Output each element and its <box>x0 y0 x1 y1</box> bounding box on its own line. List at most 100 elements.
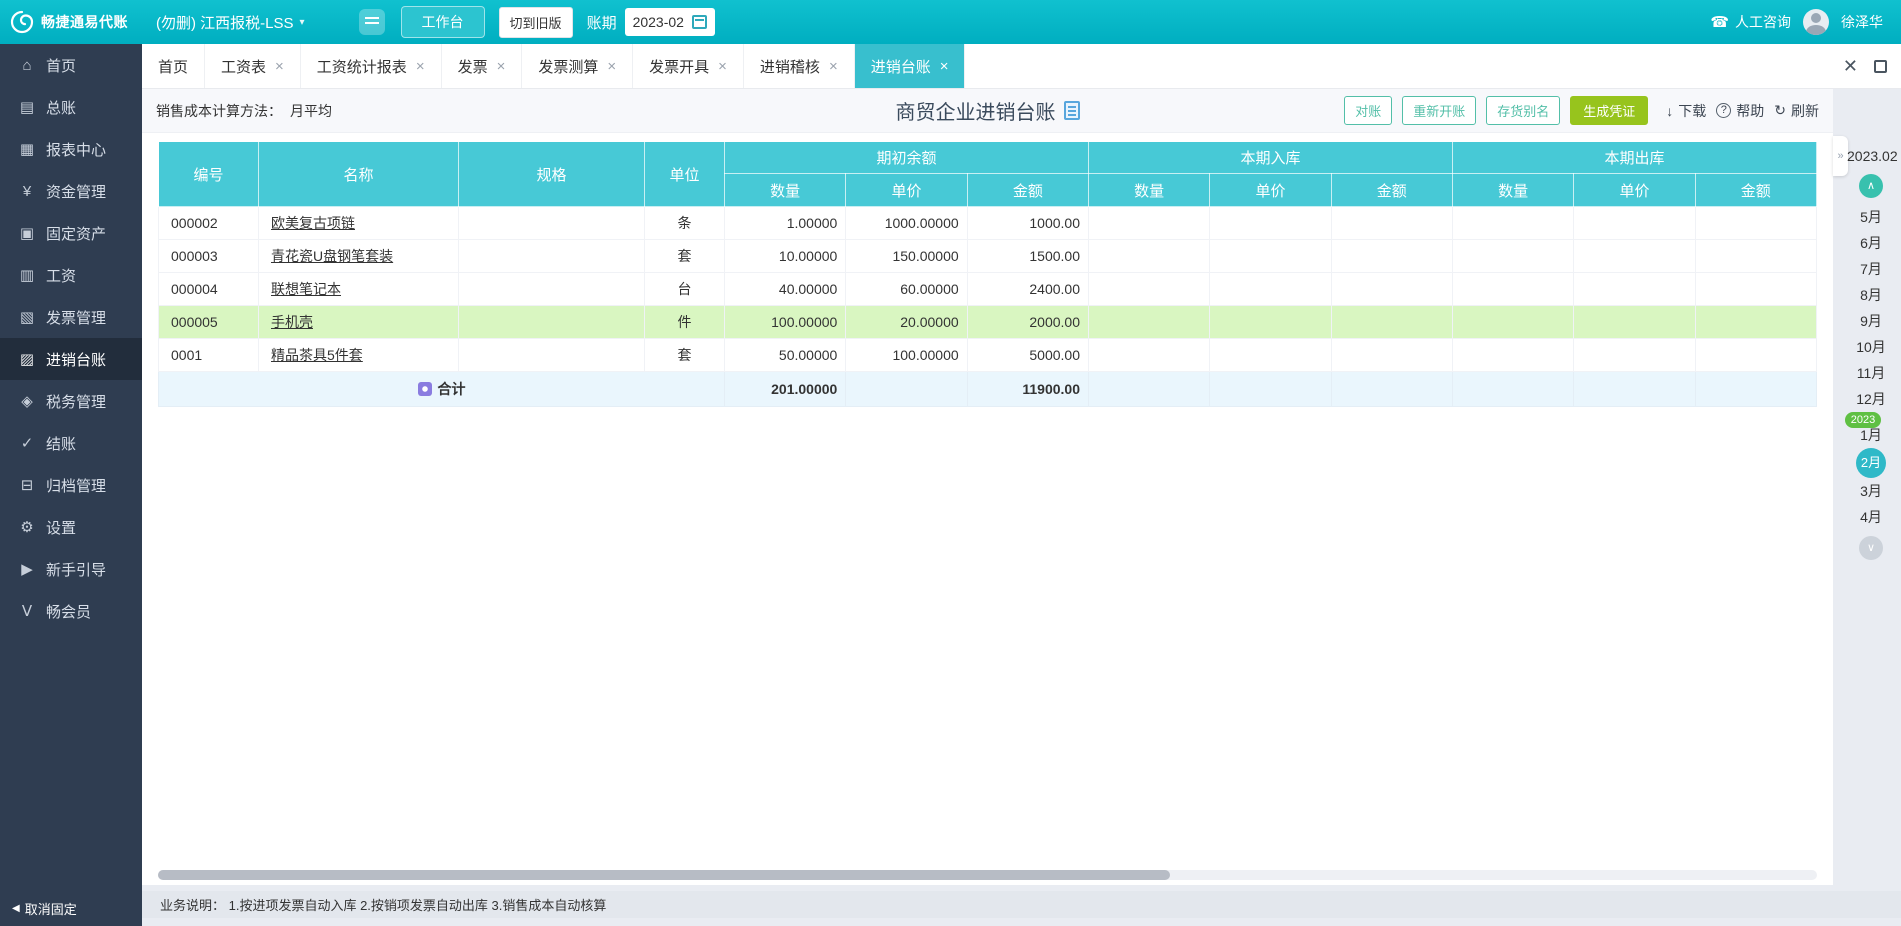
workbench-button[interactable]: 工作台 <box>400 6 485 38</box>
table-row: 000002 欧美复古项链 条 1.00000 1000.00000 1000.00 <box>158 206 1818 240</box>
month-item-2月[interactable]: 2月 <box>1856 448 1886 478</box>
product-link[interactable]: 青花瓷U盘钢笔套装 <box>271 248 393 264</box>
month-item-6月[interactable]: 6月 <box>1847 230 1895 256</box>
sidebar-item-invoice[interactable]: ▧ 发票管理 <box>0 296 142 338</box>
document-icon[interactable] <box>1063 101 1080 120</box>
panel-collapse-handle[interactable]: » <box>1833 136 1848 176</box>
cell-out-price <box>1573 239 1696 273</box>
total-opening-qty: 201.00000 <box>723 371 847 407</box>
consult-label: 人工咨询 <box>1735 14 1791 30</box>
tab-7[interactable]: 进销台账 × <box>854 44 966 88</box>
sidebar-item-label: 畅会员 <box>46 603 92 621</box>
tabs-container: 首页 工资表 × 工资统计报表 × 发票 × 发票测算 × 发票开具 × 进销稽核 × 进销台账 × <box>142 44 966 88</box>
tab-close-icon[interactable]: × <box>829 58 838 75</box>
product-link[interactable]: 精品茶具5件套 <box>271 347 363 363</box>
stock-alias-button[interactable]: 存货别名 <box>1486 96 1561 125</box>
refresh-button[interactable]: ↻ 刷新 <box>1774 101 1819 121</box>
product-link[interactable]: 手机壳 <box>271 314 313 330</box>
cell-opening-price: 60.00000 <box>845 272 968 306</box>
guide-icon: ▶ <box>21 561 33 578</box>
sidebar-item-inventory[interactable]: ▨ 进销台账 <box>0 338 142 380</box>
download-button[interactable]: ↓ 下载 <box>1666 101 1706 121</box>
close-tabs-icon[interactable]: ✕ <box>1843 57 1858 75</box>
tab-2[interactable]: 工资统计报表 × <box>301 44 442 88</box>
tab-close-icon[interactable]: × <box>275 58 284 75</box>
month-item-5月[interactable]: 5月 <box>1847 204 1895 230</box>
month-item-8月[interactable]: 8月 <box>1847 282 1895 308</box>
report-icon: ▦ <box>19 141 35 158</box>
product-link[interactable]: 欧美复古项链 <box>271 215 355 231</box>
cell-opening-price: 20.00000 <box>845 305 968 339</box>
sidebar-item-closing[interactable]: ✓ 结账 <box>0 422 142 464</box>
cell-opening-amount: 1500.00 <box>966 239 1089 273</box>
unpin-label: 取消固定 <box>24 902 77 917</box>
app-logo[interactable]: 畅捷通易代账 <box>0 10 142 34</box>
news-panel-icon[interactable] <box>358 9 385 35</box>
month-item-4月[interactable]: 4月 <box>1847 504 1895 530</box>
sub-header-price: 单价 <box>1573 173 1696 207</box>
sub-header-price: 单价 <box>1209 173 1332 207</box>
month-item-10月[interactable]: 10月 <box>1847 334 1895 360</box>
unpin-sidebar-button[interactable]: ◀ 取消固定 <box>12 899 77 918</box>
period-input[interactable]: 2023-02 <box>624 8 715 36</box>
switch-old-version-button[interactable]: 切到旧版 <box>498 6 573 38</box>
table-row: 000004 联想笔记本 台 40.00000 60.00000 2400.00 <box>158 272 1818 306</box>
sidebar-item-home[interactable]: ⌂ 首页 <box>0 44 142 86</box>
consult-link[interactable]: ☎ 人工咨询 <box>1710 12 1791 32</box>
sidebar-item-member[interactable]: Ⅴ 畅会员 <box>0 590 142 632</box>
sidebar-item-label: 工资 <box>46 267 77 285</box>
tab-close-icon[interactable]: × <box>940 58 949 75</box>
sidebar-item-assets[interactable]: ▣ 固定资产 <box>0 212 142 254</box>
assets-icon: ▣ <box>19 225 35 242</box>
tab-6[interactable]: 进销稽核 × <box>744 44 855 88</box>
tab-close-icon[interactable]: × <box>497 58 506 75</box>
month-list: 5月 6月 7月 8月 9月 10月 11月 12月 2023 1月 2月 3月 4月 <box>1845 204 1895 530</box>
sidebar-item-guide[interactable]: ▶ 新手引导 <box>0 548 142 590</box>
tab-close-icon[interactable]: × <box>607 58 616 75</box>
sidebar-item-settings[interactable]: ⚙ 设置 <box>0 506 142 548</box>
month-item-7月[interactable]: 7月 <box>1847 256 1895 282</box>
cell-name: 青花瓷U盘钢笔套装 <box>258 239 459 273</box>
avatar[interactable] <box>1803 9 1829 35</box>
tab-label: 进销台账 <box>870 58 931 76</box>
cell-out-amount <box>1694 272 1818 306</box>
table-row: 0001 精品茶具5件套 套 50.00000 100.00000 5000.00 <box>158 338 1818 372</box>
tab-4[interactable]: 发票测算 × <box>522 44 634 88</box>
product-link[interactable]: 联想笔记本 <box>271 281 341 297</box>
sidebar-item-tax[interactable]: ◈ 税务管理 <box>0 380 142 422</box>
tab-1[interactable]: 工资表 × <box>205 44 301 88</box>
month-item-9月[interactable]: 9月 <box>1847 308 1895 334</box>
group-header-period-outbound: 本期出库 <box>1451 141 1818 174</box>
sidebar-item-ledger[interactable]: ▤ 总账 <box>0 86 142 128</box>
tab-close-icon[interactable]: × <box>718 58 727 75</box>
reopen-account-button[interactable]: 重新开账 <box>1402 96 1477 125</box>
tab-close-icon[interactable]: × <box>416 58 425 75</box>
scrollbar-thumb[interactable] <box>158 870 1170 880</box>
tab-5[interactable]: 发票开具 × <box>633 44 744 88</box>
scroll-down-icon[interactable]: ∨ <box>1859 536 1883 560</box>
cost-method[interactable]: 销售成本计算方法： 月平均 <box>156 101 332 121</box>
month-item-11月[interactable]: 11月 <box>1847 360 1895 386</box>
user-menu[interactable]: 徐泽华 <box>1841 12 1883 32</box>
help-button[interactable]: ? 帮助 <box>1716 101 1764 121</box>
month-item-12月[interactable]: 12月 <box>1847 386 1895 412</box>
year-badge: 2023 <box>1845 412 1881 428</box>
cell-opening-amount: 5000.00 <box>966 338 1089 372</box>
generate-voucher-button[interactable]: 生成凭证 <box>1570 96 1649 125</box>
sidebar-item-label: 税务管理 <box>46 393 107 411</box>
cell-opening-qty: 50.00000 <box>723 338 847 372</box>
cell-code: 000005 <box>158 305 259 339</box>
header-right: ☎ 人工咨询 徐泽华 <box>1710 9 1901 35</box>
tab-0[interactable]: 首页 <box>142 44 206 88</box>
scroll-up-icon[interactable]: ∧ <box>1859 174 1883 198</box>
tab-3[interactable]: 发票 × <box>442 44 523 88</box>
fullscreen-icon[interactable] <box>1874 59 1887 73</box>
month-item-3月[interactable]: 3月 <box>1847 478 1895 504</box>
panel-period-label: 2023.02 <box>1847 148 1898 164</box>
sidebar-item-salary[interactable]: ▥ 工资 <box>0 254 142 296</box>
company-selector[interactable]: (勿删) 江西报税-LSS ▾ <box>156 12 305 33</box>
sidebar-item-report[interactable]: ▦ 报表中心 <box>0 128 142 170</box>
sidebar-item-archive[interactable]: ⊟ 归档管理 <box>0 464 142 506</box>
sidebar-item-funds[interactable]: ¥ 资金管理 <box>0 170 142 212</box>
reconcile-button[interactable]: 对账 <box>1344 96 1393 125</box>
